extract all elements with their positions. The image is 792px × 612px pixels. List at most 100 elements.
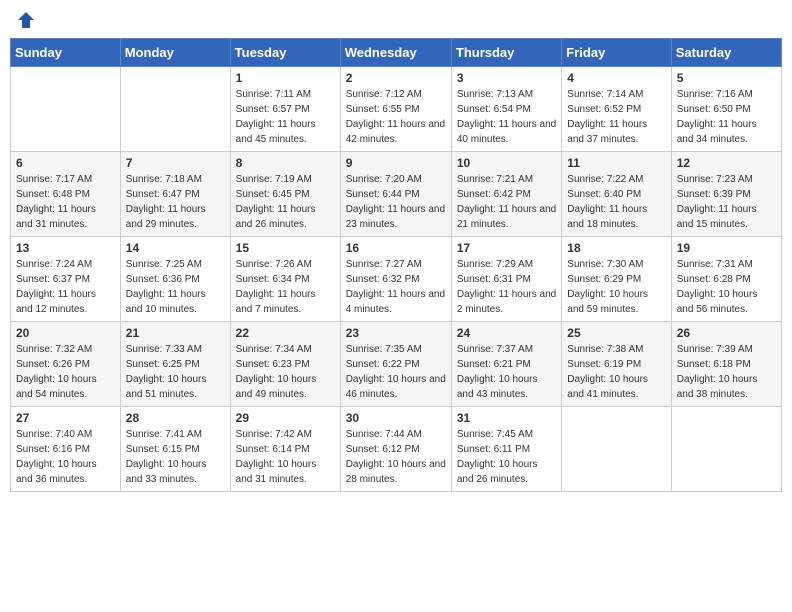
day-number: 16 [346,241,446,255]
calendar-week-row: 20 Sunrise: 7:32 AMSunset: 6:26 PMDayligh… [11,322,782,407]
calendar-header-thursday: Thursday [451,39,561,67]
calendar-cell: 16 Sunrise: 7:27 AMSunset: 6:32 PMDayligh… [340,237,451,322]
day-number: 24 [457,326,556,340]
day-info: Sunrise: 7:40 AMSunset: 6:16 PMDaylight:… [16,427,115,487]
day-number: 11 [567,156,665,170]
day-info: Sunrise: 7:14 AMSunset: 6:52 PMDaylight:… [567,87,665,147]
day-number: 5 [677,71,776,85]
day-info: Sunrise: 7:20 AMSunset: 6:44 PMDaylight:… [346,172,446,232]
calendar-week-row: 6 Sunrise: 7:17 AMSunset: 6:48 PMDaylight… [11,152,782,237]
calendar-cell: 1 Sunrise: 7:11 AMSunset: 6:57 PMDaylight… [230,67,340,152]
day-number: 18 [567,241,665,255]
day-info: Sunrise: 7:25 AMSunset: 6:36 PMDaylight:… [126,257,225,317]
day-info: Sunrise: 7:44 AMSunset: 6:12 PMDaylight:… [346,427,446,487]
calendar-header-sunday: Sunday [11,39,121,67]
calendar-cell [11,67,121,152]
calendar-body: 1 Sunrise: 7:11 AMSunset: 6:57 PMDaylight… [11,67,782,492]
day-info: Sunrise: 7:34 AMSunset: 6:23 PMDaylight:… [236,342,335,402]
calendar-cell: 7 Sunrise: 7:18 AMSunset: 6:47 PMDaylight… [120,152,230,237]
calendar-cell: 25Sunrise: 7:38 AMSunset: 6:19 PMDayligh… [562,322,671,407]
day-info: Sunrise: 7:42 AMSunset: 6:14 PMDaylight:… [236,427,335,487]
calendar-table: SundayMondayTuesdayWednesdayThursdayFrid… [10,38,782,492]
day-info: Sunrise: 7:19 AMSunset: 6:45 PMDaylight:… [236,172,335,232]
logo-icon [16,10,36,30]
day-info: Sunrise: 7:27 AMSunset: 6:32 PMDaylight:… [346,257,446,317]
day-info: Sunrise: 7:37 AMSunset: 6:21 PMDaylight:… [457,342,556,402]
day-info: Sunrise: 7:16 AMSunset: 6:50 PMDaylight:… [677,87,776,147]
calendar-cell: 27 Sunrise: 7:40 AMSunset: 6:16 PMDayligh… [11,407,121,492]
day-number: 22 [236,326,335,340]
calendar-cell: 11 Sunrise: 7:22 AMSunset: 6:40 PMDayligh… [562,152,671,237]
calendar-cell: 28 Sunrise: 7:41 AMSunset: 6:15 PMDayligh… [120,407,230,492]
day-number: 30 [346,411,446,425]
day-info: Sunrise: 7:32 AMSunset: 6:26 PMDaylight:… [16,342,115,402]
day-number: 19 [677,241,776,255]
calendar-cell: 19 Sunrise: 7:31 AMSunset: 6:28 PMDayligh… [671,237,781,322]
day-number: 21 [126,326,225,340]
day-number: 20 [16,326,115,340]
day-number: 26 [677,326,776,340]
day-number: 23 [346,326,446,340]
day-number: 1 [236,71,335,85]
calendar-cell: 9 Sunrise: 7:20 AMSunset: 6:44 PMDaylight… [340,152,451,237]
day-info: Sunrise: 7:11 AMSunset: 6:57 PMDaylight:… [236,87,335,147]
day-info: Sunrise: 7:41 AMSunset: 6:15 PMDaylight:… [126,427,225,487]
calendar-cell [671,407,781,492]
calendar-cell: 13 Sunrise: 7:24 AMSunset: 6:37 PMDayligh… [11,237,121,322]
calendar-cell: 21 Sunrise: 7:33 AMSunset: 6:25 PMDayligh… [120,322,230,407]
day-number: 27 [16,411,115,425]
day-info: Sunrise: 7:39 AMSunset: 6:18 PMDaylight:… [677,342,776,402]
calendar-header-wednesday: Wednesday [340,39,451,67]
calendar-cell: 5 Sunrise: 7:16 AMSunset: 6:50 PMDaylight… [671,67,781,152]
calendar-cell: 10 Sunrise: 7:21 AMSunset: 6:42 PMDayligh… [451,152,561,237]
calendar-header-row: SundayMondayTuesdayWednesdayThursdayFrid… [11,39,782,67]
calendar-cell: 8 Sunrise: 7:19 AMSunset: 6:45 PMDaylight… [230,152,340,237]
day-number: 14 [126,241,225,255]
logo [14,10,36,30]
calendar-cell: 18 Sunrise: 7:30 AMSunset: 6:29 PMDayligh… [562,237,671,322]
calendar-cell: 6 Sunrise: 7:17 AMSunset: 6:48 PMDaylight… [11,152,121,237]
day-number: 7 [126,156,225,170]
day-number: 4 [567,71,665,85]
day-number: 8 [236,156,335,170]
calendar-cell: 29 Sunrise: 7:42 AMSunset: 6:14 PMDayligh… [230,407,340,492]
day-info: Sunrise: 7:22 AMSunset: 6:40 PMDaylight:… [567,172,665,232]
calendar-cell: 30 Sunrise: 7:44 AMSunset: 6:12 PMDayligh… [340,407,451,492]
calendar-week-row: 13 Sunrise: 7:24 AMSunset: 6:37 PMDayligh… [11,237,782,322]
calendar-week-row: 27 Sunrise: 7:40 AMSunset: 6:16 PMDayligh… [11,407,782,492]
day-info: Sunrise: 7:29 AMSunset: 6:31 PMDaylight:… [457,257,556,317]
calendar-cell: 15Sunrise: 7:26 AMSunset: 6:34 PMDayligh… [230,237,340,322]
day-number: 28 [126,411,225,425]
day-info: Sunrise: 7:18 AMSunset: 6:47 PMDaylight:… [126,172,225,232]
day-number: 2 [346,71,446,85]
calendar-cell: 3Sunrise: 7:13 AMSunset: 6:54 PMDaylight… [451,67,561,152]
day-info: Sunrise: 7:21 AMSunset: 6:42 PMDaylight:… [457,172,556,232]
calendar-cell: 17 Sunrise: 7:29 AMSunset: 6:31 PMDayligh… [451,237,561,322]
calendar-cell: 20 Sunrise: 7:32 AMSunset: 6:26 PMDayligh… [11,322,121,407]
day-number: 9 [346,156,446,170]
day-info: Sunrise: 7:31 AMSunset: 6:28 PMDaylight:… [677,257,776,317]
day-info: Sunrise: 7:17 AMSunset: 6:48 PMDaylight:… [16,172,115,232]
day-info: Sunrise: 7:35 AMSunset: 6:22 PMDaylight:… [346,342,446,402]
day-info: Sunrise: 7:38 AMSunset: 6:19 PMDaylight:… [567,342,665,402]
day-info: Sunrise: 7:45 AMSunset: 6:11 PMDaylight:… [457,427,556,487]
calendar-cell: 31 Sunrise: 7:45 AMSunset: 6:11 PMDayligh… [451,407,561,492]
day-number: 13 [16,241,115,255]
calendar-cell: 22 Sunrise: 7:34 AMSunset: 6:23 PMDayligh… [230,322,340,407]
calendar-cell: 26 Sunrise: 7:39 AMSunset: 6:18 PMDayligh… [671,322,781,407]
day-number: 29 [236,411,335,425]
calendar-cell: 12Sunrise: 7:23 AMSunset: 6:39 PMDayligh… [671,152,781,237]
day-number: 15 [236,241,335,255]
day-number: 6 [16,156,115,170]
calendar-header-tuesday: Tuesday [230,39,340,67]
day-info: Sunrise: 7:12 AMSunset: 6:55 PMDaylight:… [346,87,446,147]
calendar-cell: 4 Sunrise: 7:14 AMSunset: 6:52 PMDaylight… [562,67,671,152]
day-info: Sunrise: 7:30 AMSunset: 6:29 PMDaylight:… [567,257,665,317]
day-info: Sunrise: 7:24 AMSunset: 6:37 PMDaylight:… [16,257,115,317]
day-number: 10 [457,156,556,170]
day-number: 31 [457,411,556,425]
day-number: 12 [677,156,776,170]
calendar-cell: 2 Sunrise: 7:12 AMSunset: 6:55 PMDaylight… [340,67,451,152]
day-info: Sunrise: 7:33 AMSunset: 6:25 PMDaylight:… [126,342,225,402]
day-number: 17 [457,241,556,255]
